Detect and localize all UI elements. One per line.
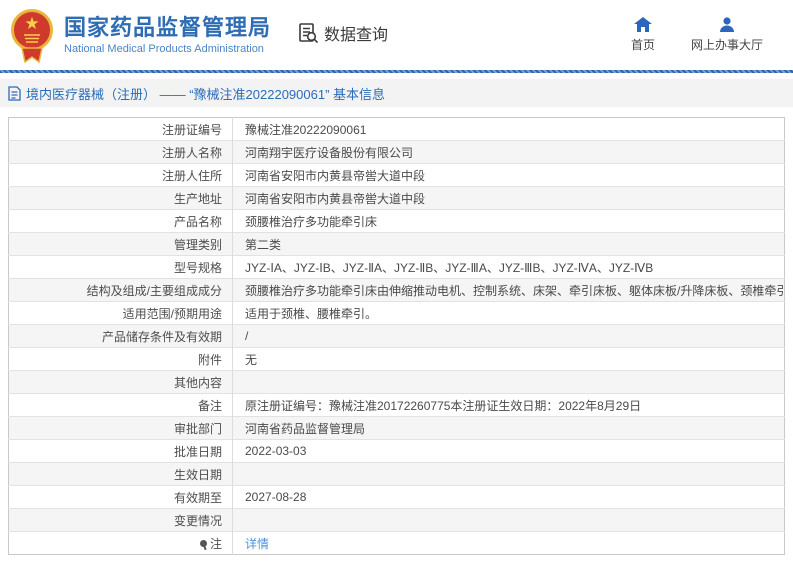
table-row: 附件无 <box>8 347 785 371</box>
document-icon <box>8 85 21 101</box>
table-row: 审批部门 河南省药品监督管理局 <box>8 416 785 440</box>
nav-service-hall-label: 网上办事大厅 <box>690 38 763 52</box>
table-row: 管理类别 第二类 <box>8 232 785 256</box>
row-value: 详情 <box>232 531 785 555</box>
table-row: 批准日期 2022-03-03 <box>8 439 785 463</box>
nav-home[interactable]: 首页 <box>631 17 655 53</box>
data-query-icon <box>297 22 319 44</box>
row-value: 河南翔宇医疗设备股份有限公司 <box>232 140 785 164</box>
table-row: 有效期至 2027-08-28 <box>8 485 785 509</box>
data-query-label: 数据查询 <box>324 27 389 44</box>
row-value: 第二类 <box>232 232 785 256</box>
table-row: 产品储存条件及有效期 / <box>8 324 785 348</box>
table-row: 注册人名称 河南翔宇医疗设备股份有限公司 <box>8 140 785 164</box>
row-label: 附件 <box>8 347 233 371</box>
row-label: 批准日期 <box>8 439 233 463</box>
user-icon <box>719 17 735 32</box>
row-value: 原注册证编号：豫械注准20172260775本注册证生效日期：2022年8月29… <box>232 393 785 417</box>
row-label: 变更情况 <box>8 508 233 532</box>
table-row: 注册人住所 河南省安阳市内黄县帝喾大道中段 <box>8 163 785 187</box>
nav-service-hall[interactable]: 网上办事大厅 <box>691 17 763 53</box>
table-row: 注详情 <box>8 531 785 555</box>
org-name-en: National Medical Products Administration <box>64 43 264 56</box>
table-row: 注册证编号 豫械注准20222090061 <box>8 117 785 141</box>
data-query-section: 数据查询 <box>297 21 388 45</box>
row-value: 豫械注准20222090061 <box>245 122 367 137</box>
registration-info-table: 注册证编号 豫械注准20222090061 注册人名称 河南翔宇医疗设备股份有限公司注… <box>8 117 785 555</box>
top-nav: 首页 网上办事大厅 <box>631 17 763 53</box>
row-label: 注 <box>8 531 233 555</box>
row-label: 产品名称 <box>8 209 233 233</box>
note-pin-icon <box>199 539 207 547</box>
table-row: 变更情况 <box>8 508 785 532</box>
row-label: 注册证编号 <box>8 117 233 141</box>
row-value: 颈腰椎治疗多功能牵引床 <box>232 209 785 233</box>
svg-text:★: ★ <box>24 14 39 33</box>
table-row: 型号规格 JYZ-ⅠA、JYZ-ⅠB、JYZ-ⅡA、JYZ-ⅡB、JYZ-ⅢA、J… <box>8 255 785 279</box>
home-icon <box>633 17 652 32</box>
row-value: 无 <box>232 347 785 371</box>
row-value <box>232 462 785 486</box>
brand-text: 国家药品监督管理局 National Medical Products Admi… <box>64 15 271 55</box>
table-row: 结构及组成/主要组成成分 颈腰椎治疗多功能牵引床由伸缩推动电机、控制系统、床架、牵… <box>8 278 785 302</box>
page-title-bar: 境内医疗器械（注册） —— “豫械注准20222090061” 基本信息 <box>0 79 793 107</box>
registration-info-table-wrap: 注册证编号 豫械注准20222090061 注册人名称 河南翔宇医疗设备股份有限公司注… <box>8 117 785 555</box>
brand: ★ 国家药品监督管理局 National Medical Products Ad… <box>10 6 271 64</box>
table-row: 产品名称 颈腰椎治疗多功能牵引床 <box>8 209 785 233</box>
row-value: 河南省药品监督管理局 <box>232 416 785 440</box>
row-label: 生效日期 <box>8 462 233 486</box>
page-title: 境内医疗器械（注册） —— “豫械注准20222090061” 基本信息 <box>26 86 386 102</box>
row-value: 适用于颈椎、腰椎牵引。 <box>232 301 785 325</box>
row-value <box>232 508 785 532</box>
table-row: 生效日期 <box>8 462 785 486</box>
table-row: 适用范围/预期用途 适用于颈椎、腰椎牵引。 <box>8 301 785 325</box>
row-value: 河南省安阳市内黄县帝喾大道中段 <box>232 186 785 210</box>
row-label: 生产地址 <box>8 186 233 210</box>
table-row: 其他内容 <box>8 370 785 394</box>
row-value <box>232 370 785 394</box>
row-label: 适用范围/预期用途 <box>8 301 233 325</box>
table-row: 备注 原注册证编号：豫械注准20172260775本注册证生效日期：2022年8月… <box>8 393 785 417</box>
org-name-cn: 国家药品监督管理局 <box>64 14 272 40</box>
header-divider <box>0 70 793 73</box>
row-value: 河南省安阳市内黄县帝喾大道中段 <box>232 163 785 187</box>
site-header: ★ 国家药品监督管理局 National Medical Products Ad… <box>0 0 793 70</box>
row-label: 注册人名称 <box>8 140 233 164</box>
row-label: 注册人住所 <box>8 163 233 187</box>
row-label: 备注 <box>8 393 233 417</box>
row-label: 有效期至 <box>8 485 233 509</box>
row-value: 2022-03-03 <box>232 439 785 463</box>
row-value: JYZ-ⅠA、JYZ-ⅠB、JYZ-ⅡA、JYZ-ⅡB、JYZ-ⅢA、JYZ-Ⅲ… <box>232 255 785 279</box>
row-label: 管理类别 <box>8 232 233 256</box>
row-label: 结构及组成/主要组成成分 <box>8 278 233 302</box>
row-label: 其他内容 <box>8 370 233 394</box>
nav-home-label: 首页 <box>630 38 655 52</box>
table-row: 生产地址 河南省安阳市内黄县帝喾大道中段 <box>8 186 785 210</box>
row-label: 型号规格 <box>8 255 233 279</box>
row-value: 颈腰椎治疗多功能牵引床由伸缩推动电机、控制系统、床架、牵引床板、躯体床板/升降床… <box>232 278 785 302</box>
national-emblem-logo: ★ <box>10 6 54 64</box>
row-value: 2027-08-28 <box>232 485 785 509</box>
row-label: 产品储存条件及有效期 <box>8 324 233 348</box>
row-label: 审批部门 <box>8 416 233 440</box>
row-value: / <box>232 324 785 348</box>
detail-link[interactable]: 详情 <box>245 537 269 551</box>
